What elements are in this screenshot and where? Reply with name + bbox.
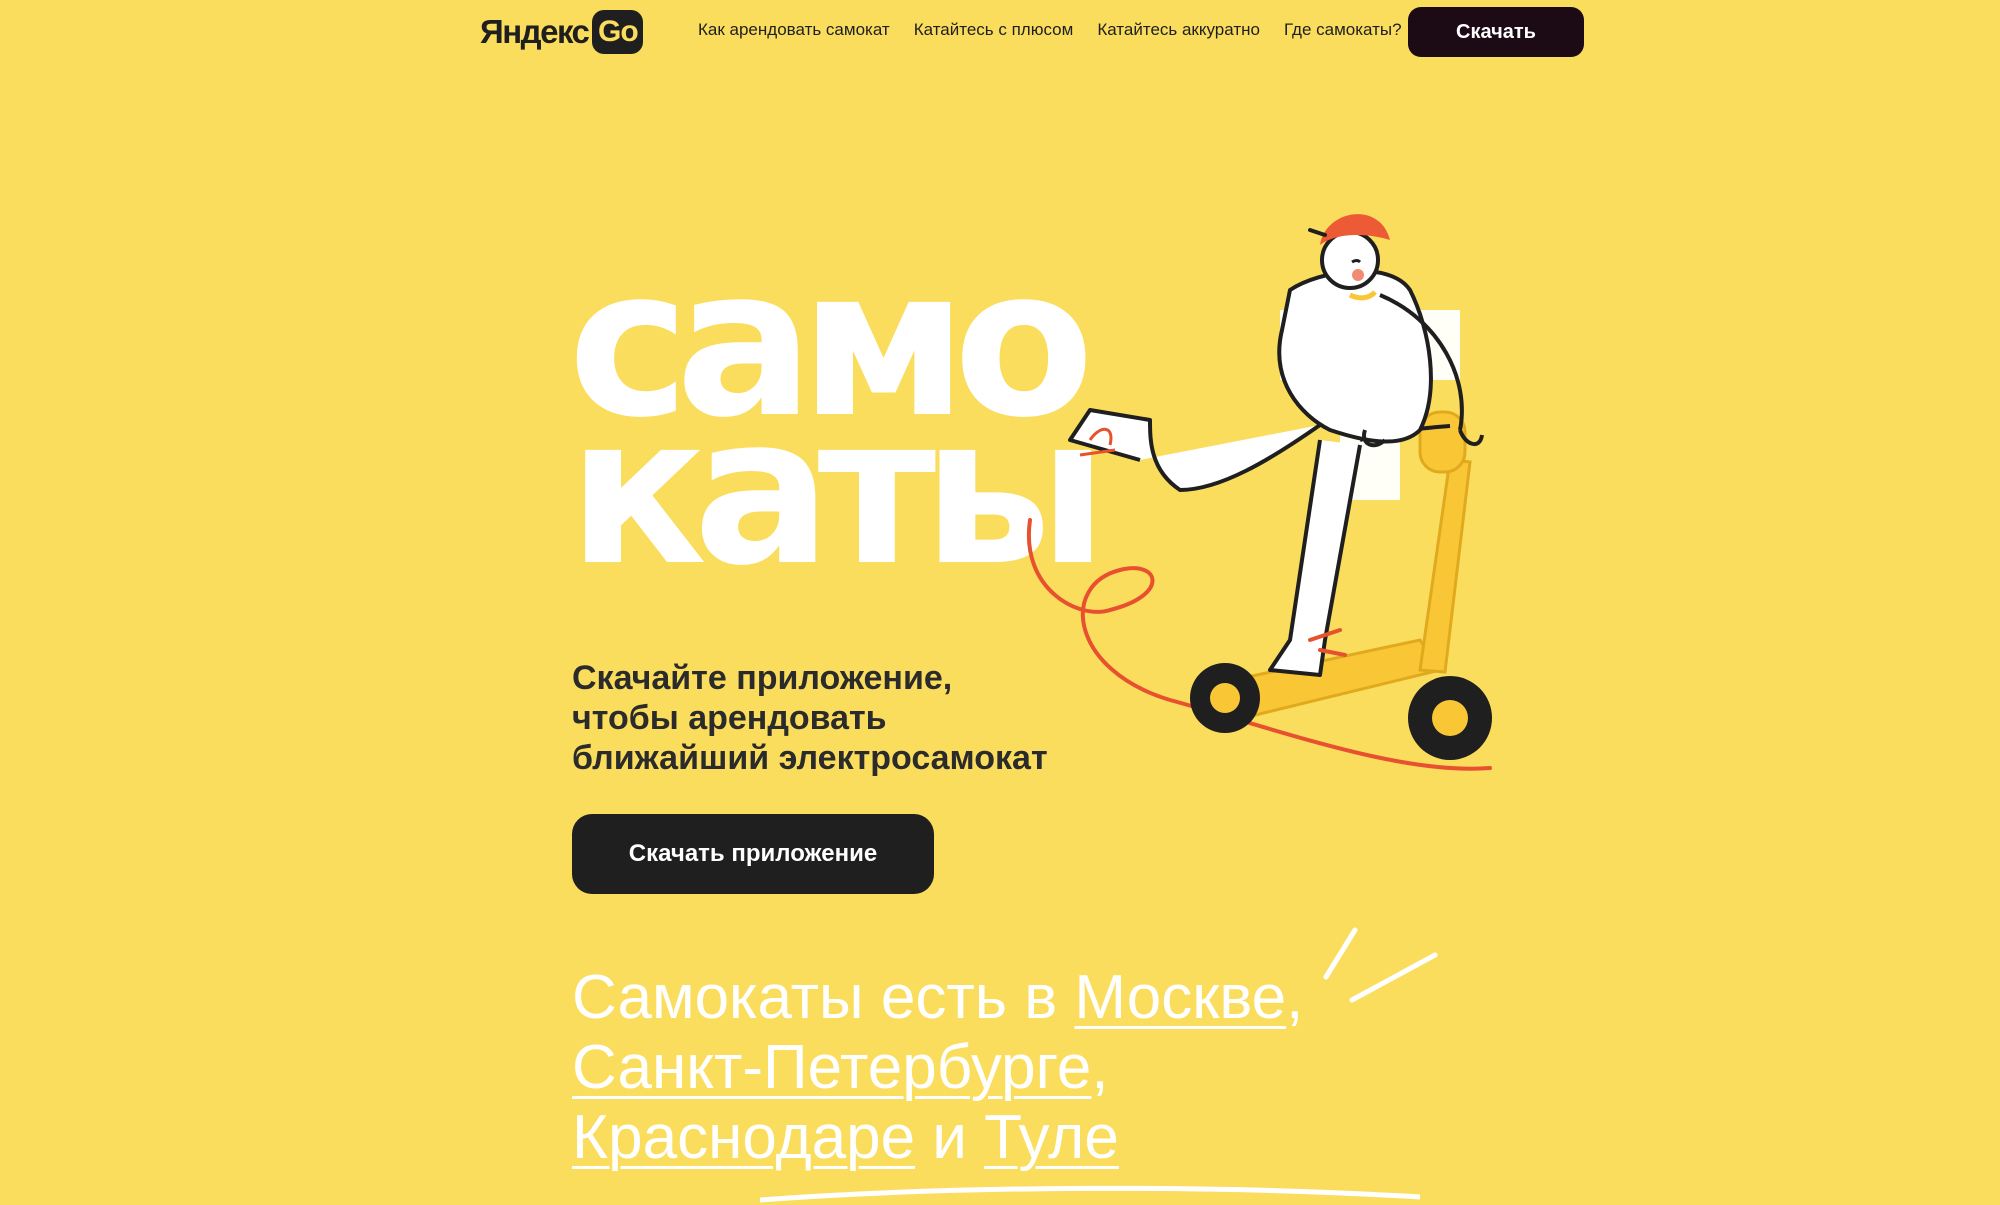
nav-where-scooters[interactable]: Где самокаты? <box>1284 20 1402 40</box>
download-app-button[interactable]: Скачать приложение <box>572 814 934 894</box>
nav-ride-with-plus[interactable]: Катайтесь с плюсом <box>914 20 1074 40</box>
hero-title-line-2: каты <box>568 373 1108 611</box>
city-link-krasnodar[interactable]: Краснодаре <box>572 1103 915 1172</box>
main-nav: Как арендовать самокат Катайтесь с плюсо… <box>698 20 1402 40</box>
city-link-tula[interactable]: Туле <box>984 1103 1119 1172</box>
sparkle-lines-icon <box>1323 927 1438 1003</box>
hero-subtitle: Скачайте приложение, чтобы арендовать бл… <box>572 658 1132 778</box>
subtitle-line-3: ближайший электросамокат <box>572 739 1048 777</box>
city-link-spb[interactable]: Санкт-Петербурге <box>572 1033 1091 1102</box>
cities-conjunction: и <box>915 1103 985 1172</box>
bottom-swoosh-decoration <box>760 1185 1420 1203</box>
cities-separator-2: , <box>1091 1033 1109 1102</box>
nav-ride-carefully[interactable]: Катайтесь аккуратно <box>1097 20 1260 40</box>
cities-separator-1: , <box>1286 963 1304 1032</box>
subtitle-line-2: чтобы арендовать <box>572 699 887 737</box>
logo-text: Яндекс <box>480 13 590 50</box>
header-download-button[interactable]: Скачать <box>1408 7 1584 57</box>
cities-line-2: Санкт-Петербурге, <box>572 1033 1472 1103</box>
subtitle-line-1: Скачайте приложение, <box>572 659 953 697</box>
site-header: Яндекс Go Как арендовать самокат Катайте… <box>0 0 2000 64</box>
yandex-go-logo[interactable]: Яндекс Go <box>480 10 644 54</box>
cities-prefix: Самокаты есть в <box>572 963 1075 1032</box>
hero-title: само каты <box>568 242 1108 611</box>
city-link-moscow[interactable]: Москве <box>1074 963 1286 1032</box>
logo-badge: Go <box>592 10 644 54</box>
cities-line-3: Краснодаре и Туле <box>572 1103 1472 1173</box>
nav-how-to-rent[interactable]: Как арендовать самокат <box>698 20 890 40</box>
